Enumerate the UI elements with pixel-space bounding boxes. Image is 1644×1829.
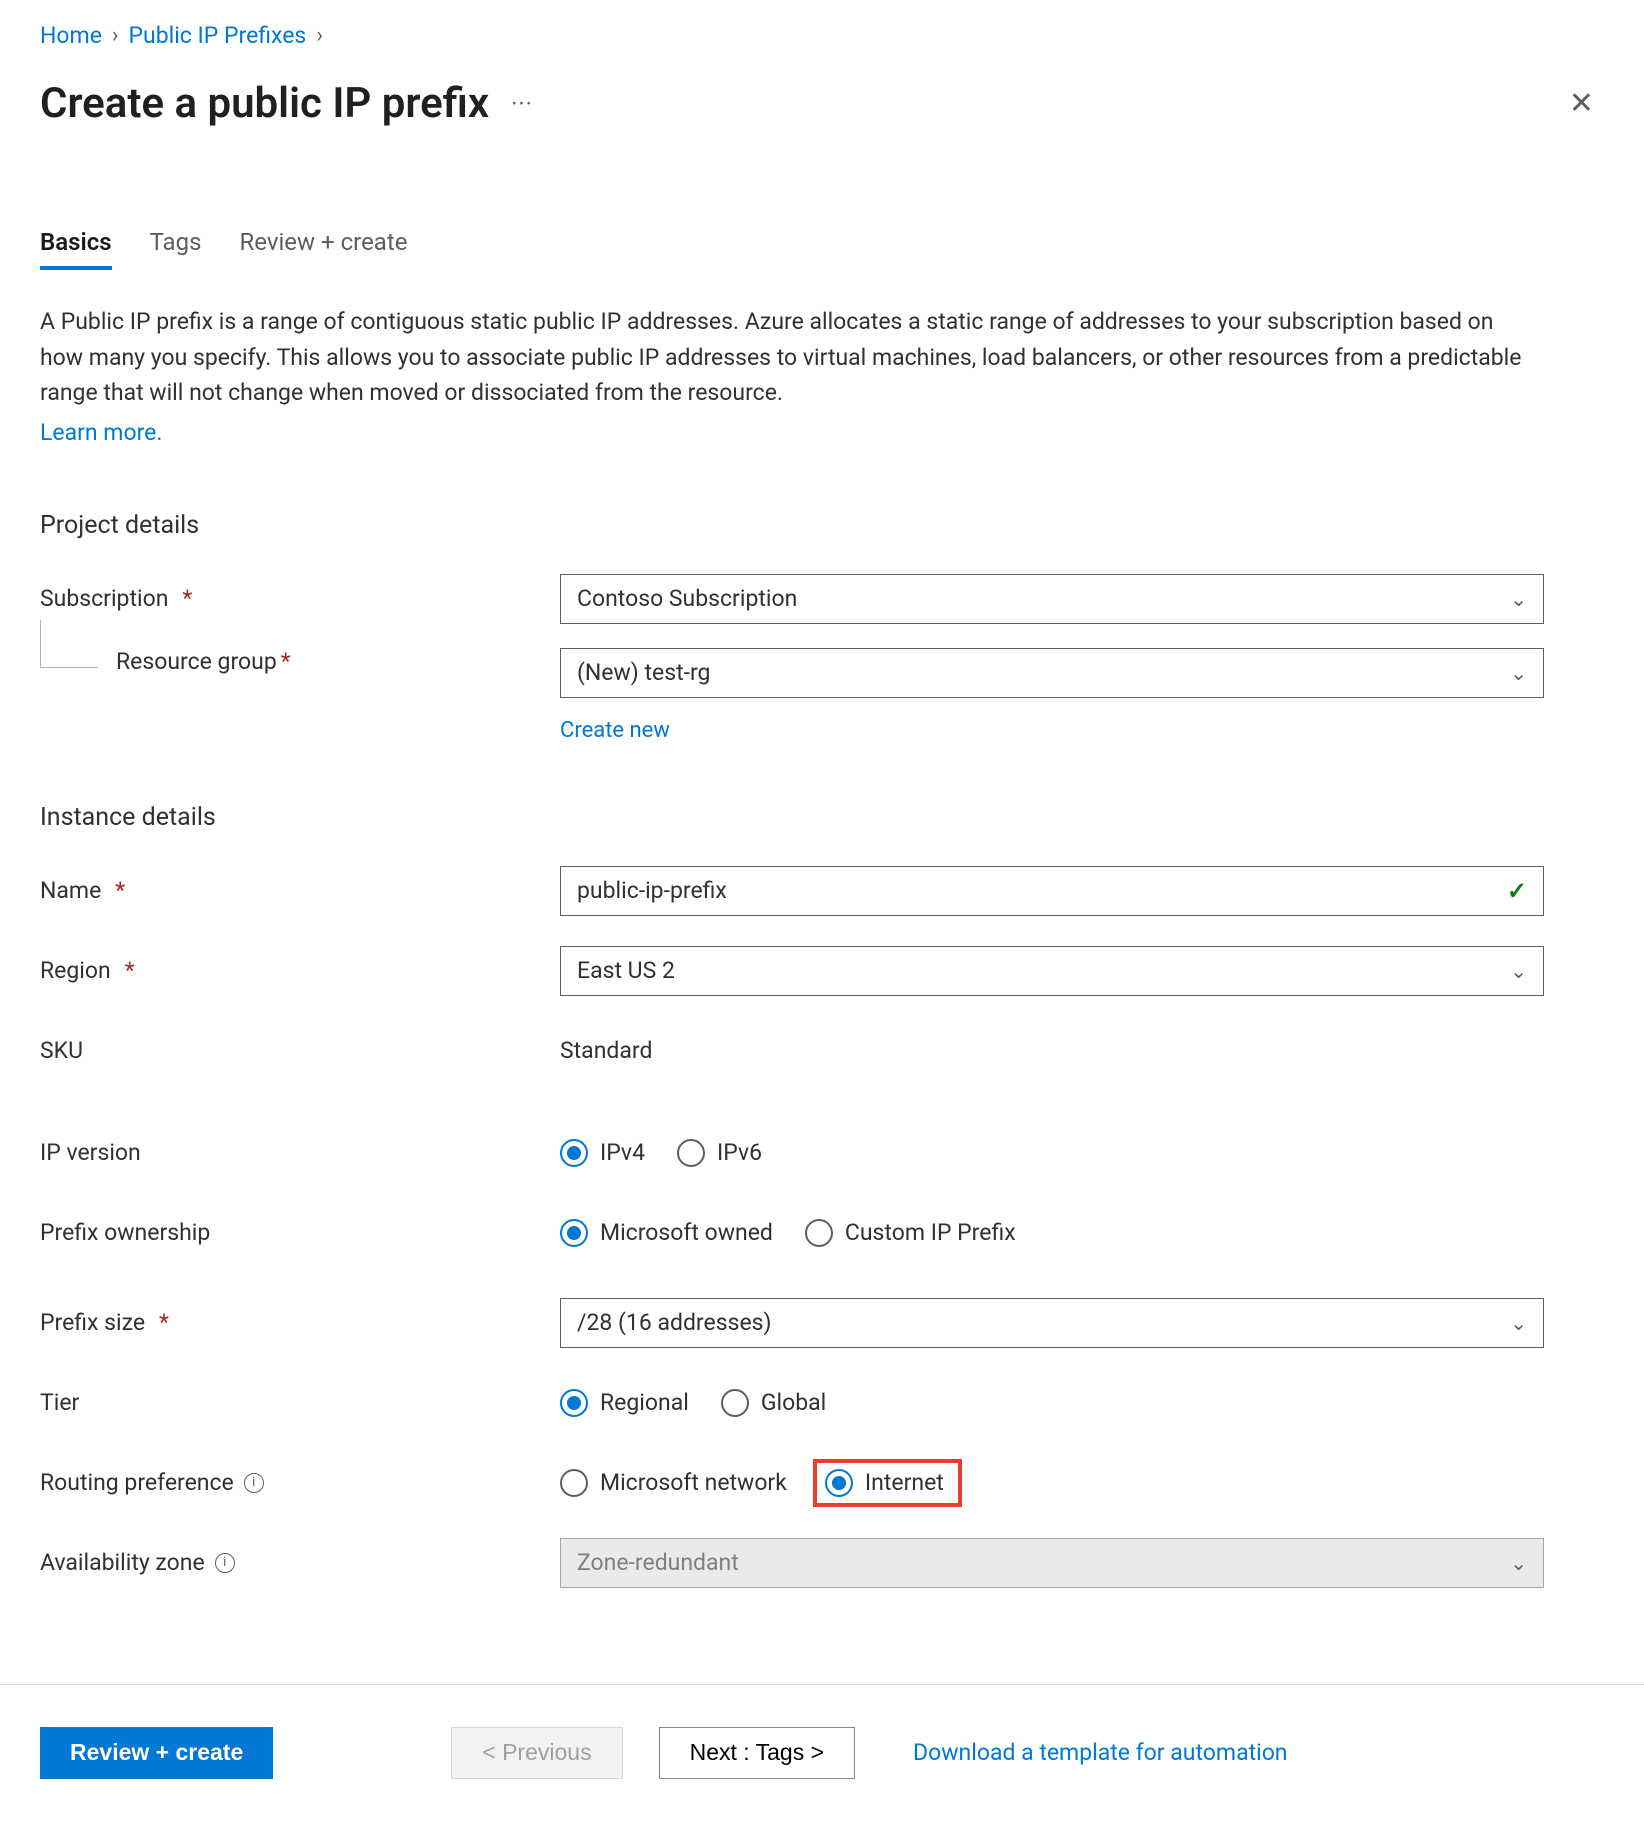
sku-value: Standard bbox=[560, 1037, 652, 1064]
radio-custom-ip-prefix[interactable]: Custom IP Prefix bbox=[805, 1219, 1016, 1247]
more-actions-icon[interactable]: ··· bbox=[511, 90, 533, 118]
prefix-size-select[interactable]: /28 (16 addresses) ⌄ bbox=[560, 1298, 1544, 1348]
download-template-link[interactable]: Download a template for automation bbox=[913, 1739, 1287, 1766]
region-select[interactable]: East US 2 ⌄ bbox=[560, 946, 1544, 996]
breadcrumb-home[interactable]: Home bbox=[40, 22, 102, 49]
radio-microsoft-owned[interactable]: Microsoft owned bbox=[560, 1219, 773, 1247]
required-icon: * bbox=[125, 957, 135, 984]
checkmark-icon: ✓ bbox=[1507, 877, 1527, 905]
required-icon: * bbox=[115, 877, 125, 904]
previous-button: < Previous bbox=[451, 1727, 622, 1779]
label-availability-zone: Availability zone bbox=[40, 1549, 205, 1576]
label-tier: Tier bbox=[40, 1389, 79, 1416]
close-icon[interactable]: ✕ bbox=[1559, 80, 1604, 127]
chevron-down-icon: ⌄ bbox=[1510, 959, 1527, 983]
label-region: Region bbox=[40, 957, 111, 984]
review-create-button[interactable]: Review + create bbox=[40, 1727, 273, 1779]
label-prefix-size: Prefix size bbox=[40, 1309, 145, 1336]
name-input[interactable]: public-ip-prefix ✓ bbox=[560, 866, 1544, 916]
create-new-link[interactable]: Create new bbox=[560, 718, 670, 743]
info-icon[interactable]: i bbox=[215, 1553, 235, 1573]
radio-microsoft-network[interactable]: Microsoft network bbox=[560, 1469, 787, 1497]
tabs: Basics Tags Review + create bbox=[40, 228, 1604, 270]
highlight-box: Internet bbox=[813, 1459, 962, 1507]
required-icon: * bbox=[281, 648, 291, 675]
chevron-down-icon: ⌄ bbox=[1510, 1551, 1527, 1575]
label-ip-version: IP version bbox=[40, 1139, 141, 1166]
page-title: Create a public IP prefix bbox=[40, 79, 489, 128]
chevron-down-icon: ⌄ bbox=[1510, 661, 1527, 685]
tab-tags[interactable]: Tags bbox=[150, 228, 202, 270]
footer: Review + create < Previous Next : Tags >… bbox=[0, 1684, 1644, 1829]
section-instance-details: Instance details bbox=[40, 803, 1604, 832]
tab-basics[interactable]: Basics bbox=[40, 228, 112, 270]
info-icon[interactable]: i bbox=[244, 1473, 264, 1493]
chevron-right-icon: › bbox=[316, 23, 323, 48]
label-name: Name bbox=[40, 877, 101, 904]
tier-group: Regional Global bbox=[560, 1389, 826, 1417]
tab-review[interactable]: Review + create bbox=[239, 228, 407, 270]
section-project-details: Project details bbox=[40, 511, 1604, 540]
label-prefix-ownership: Prefix ownership bbox=[40, 1219, 210, 1246]
description-text: A Public IP prefix is a range of contigu… bbox=[40, 304, 1540, 451]
label-resource-group: Resource group bbox=[116, 648, 277, 675]
next-button[interactable]: Next : Tags > bbox=[659, 1727, 855, 1779]
availability-zone-select: Zone-redundant ⌄ bbox=[560, 1538, 1544, 1588]
radio-global[interactable]: Global bbox=[721, 1389, 826, 1417]
breadcrumb-prefixes[interactable]: Public IP Prefixes bbox=[129, 22, 307, 49]
label-sku: SKU bbox=[40, 1037, 83, 1064]
chevron-right-icon: › bbox=[112, 23, 119, 48]
radio-ipv4[interactable]: IPv4 bbox=[560, 1139, 645, 1167]
radio-regional[interactable]: Regional bbox=[560, 1389, 689, 1417]
tree-indent-icon bbox=[40, 620, 98, 668]
learn-more-link[interactable]: Learn more. bbox=[40, 415, 1540, 451]
radio-internet[interactable]: Internet bbox=[825, 1469, 944, 1497]
routing-preference-group: Microsoft network Internet bbox=[560, 1459, 962, 1507]
ip-version-group: IPv4 IPv6 bbox=[560, 1139, 762, 1167]
chevron-down-icon: ⌄ bbox=[1510, 1311, 1527, 1335]
chevron-down-icon: ⌄ bbox=[1510, 587, 1527, 611]
radio-ipv6[interactable]: IPv6 bbox=[677, 1139, 762, 1167]
label-subscription: Subscription bbox=[40, 585, 168, 612]
required-icon: * bbox=[159, 1309, 169, 1336]
breadcrumb: Home › Public IP Prefixes › bbox=[40, 22, 1604, 49]
prefix-ownership-group: Microsoft owned Custom IP Prefix bbox=[560, 1219, 1016, 1247]
subscription-select[interactable]: Contoso Subscription ⌄ bbox=[560, 574, 1544, 624]
label-routing-preference: Routing preference bbox=[40, 1469, 234, 1496]
required-icon: * bbox=[182, 585, 192, 612]
resource-group-select[interactable]: (New) test-rg ⌄ bbox=[560, 648, 1544, 698]
